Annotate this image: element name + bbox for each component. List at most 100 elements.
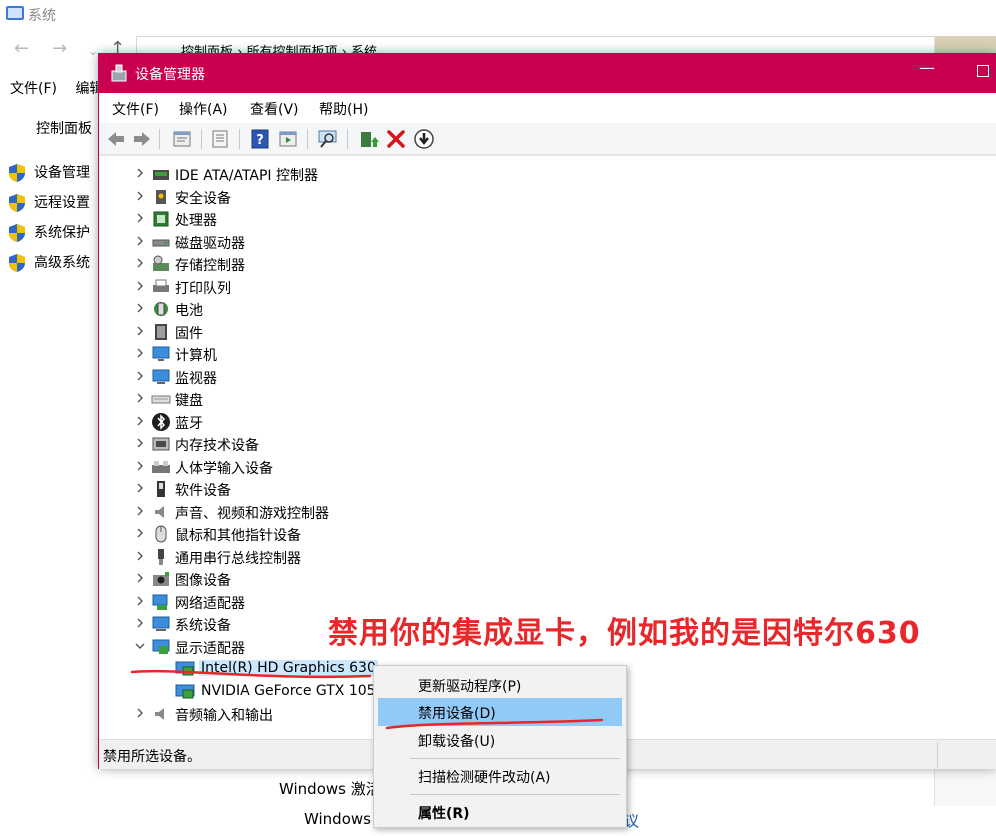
chevron-right-icon[interactable] [133, 706, 147, 720]
display-adapter-icon [152, 639, 170, 654]
chevron-right-icon[interactable] [133, 346, 147, 360]
device-category-label: 网络适配器 [175, 595, 245, 612]
background-title-bar: 系统 [0, 0, 996, 32]
link-device-manager[interactable]: 设备管理 [8, 162, 90, 183]
link-remote-settings[interactable]: 远程设置 [8, 192, 90, 213]
maximize-button[interactable] [977, 65, 989, 77]
mouse-icon [155, 525, 167, 543]
menu-update-driver[interactable]: 更新驱动程序(P) [378, 671, 622, 699]
device-category-label: 电池 [175, 303, 203, 319]
device-category-label: 监视器 [175, 370, 217, 387]
device-category-label: 显示适配器 [175, 640, 245, 657]
menu-file[interactable]: 文件(F) [112, 99, 159, 119]
storage-controller-icon [153, 255, 169, 271]
toolbar-separator [201, 129, 202, 149]
device-category-label: 软件设备 [175, 483, 231, 499]
back-arrow-icon[interactable]: ← [14, 38, 29, 59]
chevron-right-icon[interactable] [133, 436, 147, 450]
chevron-right-icon[interactable] [133, 459, 147, 473]
menu-action[interactable]: 操作(A) [179, 99, 228, 119]
chevron-right-icon[interactable] [133, 504, 147, 518]
device-category-label: 处理器 [175, 213, 217, 229]
help-icon[interactable]: ? [249, 128, 271, 150]
menu-scan-hardware[interactable]: 扫描检测硬件改动(A) [378, 762, 622, 790]
chevron-right-icon[interactable] [133, 526, 147, 540]
link-system-protection[interactable]: 系统保护 [8, 222, 90, 243]
menu-disable-device[interactable]: 禁用设备(D) [378, 698, 622, 726]
uninstall-icon[interactable] [385, 128, 407, 150]
chevron-right-icon[interactable] [133, 324, 147, 338]
forward-arrow-icon[interactable]: → [52, 38, 67, 59]
context-menu: 更新驱动程序(P) 禁用设备(D) 卸载设备(U) 扫描检测硬件改动(A) 属性… [373, 665, 627, 828]
link-advanced-system[interactable]: 高级系统 [8, 252, 90, 273]
keyboard-icon [151, 395, 171, 404]
properties-icon[interactable] [171, 128, 193, 150]
chevron-right-icon[interactable] [133, 211, 147, 225]
imaging-device-icon [153, 572, 169, 586]
menu-item-label: 卸载设备(U) [418, 734, 496, 750]
windows-text: Windows [304, 810, 371, 828]
chevron-down-icon[interactable] [133, 639, 147, 653]
device-category-label: 声音、视频和游戏控制器 [175, 505, 329, 522]
chevron-right-icon[interactable] [133, 189, 147, 203]
computer-icon [152, 346, 170, 361]
status-text: 禁用所选设备。 [103, 749, 201, 765]
chevron-right-icon[interactable] [133, 166, 147, 180]
menu-file[interactable]: 文件(F) [10, 81, 57, 97]
network-adapter-icon [152, 594, 168, 610]
device-manager-window: 设备管理器 — 文件(F) 操作(A) 查看(V) 帮助(H) ? IDE AT… [98, 53, 996, 769]
minimize-button[interactable]: — [919, 58, 935, 77]
menu-properties[interactable]: 属性(R) [378, 798, 622, 826]
chevron-right-icon[interactable] [133, 234, 147, 248]
device-category-label: 人体学输入设备 [175, 460, 273, 477]
chevron-right-icon[interactable] [133, 391, 147, 405]
device-view-icon[interactable] [277, 128, 299, 150]
chevron-right-icon[interactable] [133, 414, 147, 428]
device-manager-title: 设备管理器 [135, 67, 205, 83]
chevron-right-icon[interactable] [133, 571, 147, 585]
chevron-right-icon[interactable] [133, 616, 147, 630]
shield-icon [9, 254, 25, 272]
device-category-label: 固件 [175, 325, 203, 342]
device-category-label: 计算机 [175, 348, 217, 364]
menu-uninstall-device[interactable]: 卸载设备(U) [378, 726, 622, 754]
device-category-label: 安全设备 [175, 190, 231, 207]
link-label: 高级系统 [34, 255, 90, 271]
device-manager-title-bar[interactable]: 设备管理器 — [99, 54, 996, 93]
chevron-right-icon[interactable] [133, 256, 147, 270]
toolbar-separator [307, 129, 308, 149]
chevron-right-icon[interactable] [133, 549, 147, 563]
status-separator [937, 742, 938, 768]
disk-drive-icon [152, 239, 170, 246]
chevron-down-icon[interactable]: ⌄ [88, 44, 98, 58]
device-category-label: 键盘 [175, 393, 203, 409]
chevron-right-icon[interactable] [133, 369, 147, 383]
scan-icon[interactable] [317, 128, 339, 150]
link-label: 远程设置 [34, 195, 90, 211]
device-category-label: 系统设备 [175, 618, 231, 634]
chevron-right-icon[interactable] [133, 279, 147, 293]
chevron-right-icon[interactable] [133, 594, 147, 608]
bluetooth-icon [152, 412, 170, 431]
update-driver-icon[interactable] [357, 128, 379, 150]
device-category-label: 鼠标和其他指针设备 [175, 528, 301, 544]
device-category-label: 图像设备 [175, 573, 231, 589]
chevron-right-icon[interactable] [133, 481, 147, 495]
device-manager-toolbar: ? [99, 123, 996, 155]
back-icon[interactable] [105, 128, 127, 150]
forward-icon[interactable] [131, 128, 153, 150]
shield-icon [9, 224, 25, 242]
show-hidden-icon[interactable] [209, 128, 231, 150]
menu-help[interactable]: 帮助(H) [319, 99, 368, 119]
chevron-right-icon[interactable] [133, 301, 147, 315]
processor-icon [153, 211, 169, 227]
toolbar-separator [239, 129, 240, 149]
sound-icon [155, 505, 164, 518]
device-category-label: 蓝牙 [175, 415, 203, 432]
gpu-icon [175, 684, 195, 698]
control-panel-home-link[interactable]: 控制面板 [36, 118, 92, 138]
link-label: 设备管理 [34, 165, 90, 181]
gpu-icon [175, 661, 195, 676]
disable-icon[interactable] [413, 128, 435, 150]
menu-view[interactable]: 查看(V) [250, 99, 299, 119]
